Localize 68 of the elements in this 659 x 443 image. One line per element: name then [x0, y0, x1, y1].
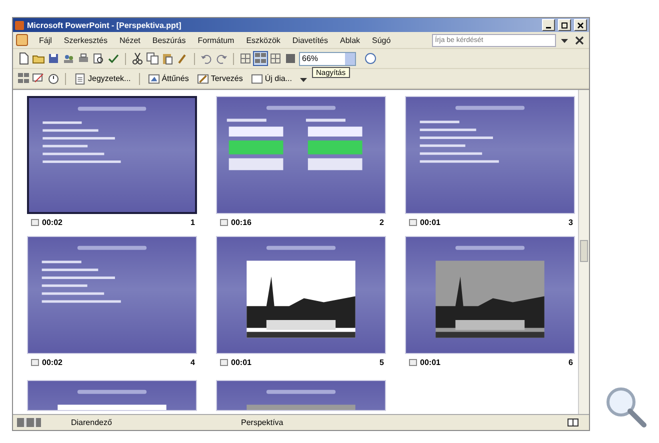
- transition-icon: [220, 219, 228, 226]
- zoom-field[interactable]: 66%: [299, 52, 356, 66]
- slide-number: 2: [380, 218, 384, 227]
- menu-item[interactable]: Formátum: [192, 36, 240, 44]
- close-icon: [577, 22, 584, 28]
- close-icon[interactable]: [573, 34, 586, 46]
- design-icon: [196, 72, 209, 84]
- spelling-icon[interactable]: [107, 52, 120, 65]
- transition-icon: [409, 219, 417, 226]
- app-icon: [15, 20, 24, 30]
- magnifier-icon[interactable]: [604, 385, 648, 429]
- notes-icon: [74, 72, 86, 84]
- menu-item[interactable]: Szerkesztés: [58, 36, 112, 44]
- transition-icon: [31, 219, 39, 226]
- transition-icon: [409, 359, 417, 366]
- close-button[interactable]: [574, 19, 587, 31]
- slide-sorter-icon[interactable]: [254, 52, 267, 65]
- menu-item[interactable]: Fájl: [34, 36, 57, 44]
- toolbar-button[interactable]: Jegyzetek...: [71, 72, 134, 86]
- menu-item[interactable]: Nézet: [114, 36, 146, 44]
- copy-icon[interactable]: [146, 52, 159, 65]
- timer-icon[interactable]: [47, 72, 60, 85]
- slide-number: 1: [190, 218, 195, 227]
- maximize-icon: [561, 22, 568, 28]
- slide-timing: 00:01: [420, 218, 440, 227]
- slide-timing: 00:01: [420, 358, 440, 367]
- hide-slide-icon[interactable]: [32, 72, 45, 85]
- spelling-status-icon: [567, 418, 579, 427]
- maximize-button[interactable]: [558, 19, 571, 31]
- undo-icon[interactable]: [200, 52, 213, 65]
- slide-number: 6: [568, 358, 573, 367]
- menu-item[interactable]: Beszúrás: [147, 36, 191, 44]
- transition-icon: [31, 359, 39, 366]
- toolbar-button[interactable]: Új dia...: [248, 72, 295, 86]
- new-slide-icon: [250, 72, 263, 84]
- menu-item[interactable]: Ablak: [335, 36, 366, 44]
- menu-item[interactable]: Diavetítés: [287, 36, 333, 44]
- print-preview-icon[interactable]: [92, 52, 105, 65]
- slide-timing: 00:01: [231, 358, 252, 367]
- transition-icon: [148, 72, 160, 84]
- window-title: Microsoft PowerPoint - [Perspektiva.ppt]: [27, 20, 182, 30]
- toolbar-button[interactable]: Tervezés: [194, 72, 246, 86]
- menu-item[interactable]: Súgó: [367, 36, 396, 44]
- slide-number: 4: [190, 358, 195, 367]
- scroll-bar[interactable]: [578, 90, 589, 414]
- transition-icon: [220, 359, 228, 366]
- status-text: Perspektíva: [241, 418, 284, 427]
- toolbar-button[interactable]: Áttűnés: [144, 72, 192, 86]
- scissors-icon[interactable]: [131, 52, 144, 65]
- menu-item[interactable]: Eszközök: [241, 36, 286, 44]
- slide-timing: 00:02: [42, 358, 62, 367]
- scroll-thumb[interactable]: [580, 240, 588, 262]
- slide-number: 3: [568, 218, 573, 227]
- status-text: Diarendező: [71, 418, 113, 427]
- slide-number: 5: [380, 358, 384, 367]
- people-icon[interactable]: [62, 52, 75, 65]
- slide-timing: 00:16: [231, 218, 252, 227]
- help-icon[interactable]: [364, 52, 377, 65]
- grid-icon[interactable]: [239, 52, 252, 65]
- view-buttons-icon[interactable]: [17, 418, 41, 427]
- grid-icon[interactable]: [269, 52, 282, 65]
- slide-timing: 00:02: [42, 218, 62, 227]
- slide-thumbnail[interactable]: [27, 96, 197, 214]
- minimize-button[interactable]: [542, 19, 555, 31]
- slide-sorter-icon[interactable]: [17, 72, 30, 85]
- redo-icon[interactable]: [215, 52, 228, 65]
- paste-icon[interactable]: [161, 52, 174, 65]
- printer-icon[interactable]: [77, 52, 90, 65]
